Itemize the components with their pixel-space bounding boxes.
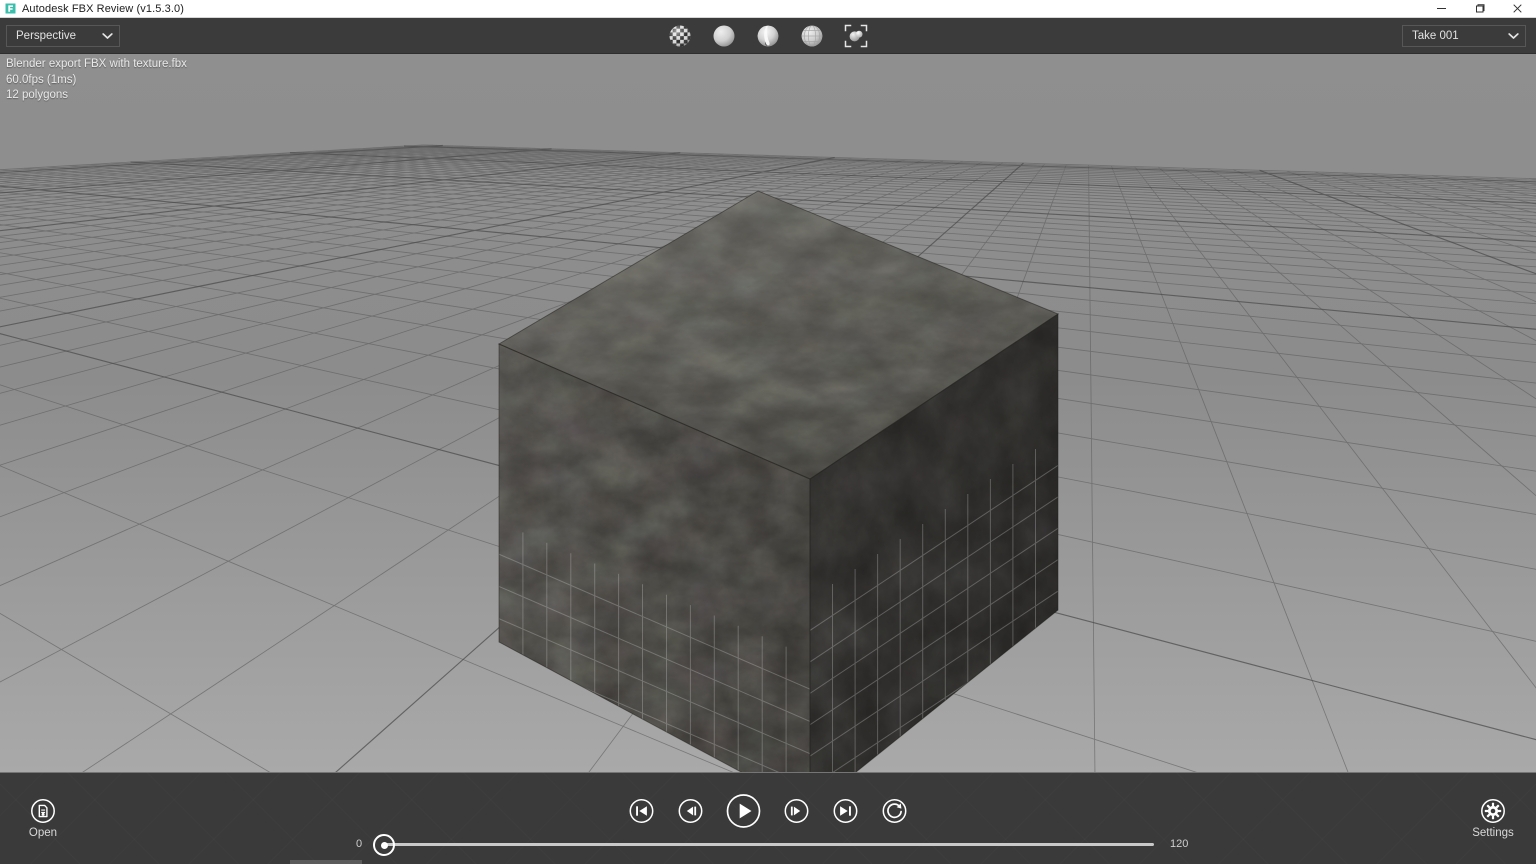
shaded-sphere-icon[interactable] (707, 19, 741, 53)
play-button[interactable] (725, 792, 763, 830)
top-toolbar: Perspective Take 001 (0, 18, 1536, 54)
settings-button[interactable]: Settings (1457, 798, 1529, 840)
view-mode-buttons (663, 18, 873, 54)
open-button-label: Open (28, 827, 58, 839)
timeline: 0 120 (0, 832, 1536, 856)
frame-selection-icon[interactable] (839, 19, 873, 53)
camera-view-dropdown[interactable]: Perspective (6, 25, 120, 47)
fbx-f-logo-icon (5, 3, 16, 14)
title-bar: Autodesk FBX Review (v1.5.3.0) (0, 0, 1536, 18)
bottom-scroll-nub[interactable] (290, 860, 362, 864)
wireframe-sphere-icon[interactable] (795, 19, 829, 53)
textured-sphere-icon[interactable] (663, 19, 697, 53)
settings-button-label: Settings (1472, 827, 1514, 839)
chevron-down-icon (1508, 32, 1519, 40)
maximize-button[interactable] (1460, 0, 1498, 18)
title-bar-left: Autodesk FBX Review (v1.5.3.0) (0, 0, 1422, 18)
timeline-start-label: 0 (356, 838, 363, 850)
close-button[interactable] (1498, 0, 1536, 18)
take-value: Take 001 (1412, 30, 1459, 42)
timeline-track[interactable] (384, 843, 1154, 846)
loop-button[interactable] (880, 796, 910, 826)
take-dropdown[interactable]: Take 001 (1402, 25, 1526, 47)
3d-viewport[interactable]: Blender export FBX with texture.fbx 60.0… (0, 54, 1536, 772)
timeline-playhead[interactable] (373, 834, 395, 856)
step-forward-button[interactable] (782, 796, 812, 826)
skip-to-start-button[interactable] (627, 796, 657, 826)
gear-icon (1480, 798, 1506, 824)
window-title: Autodesk FBX Review (v1.5.3.0) (22, 2, 184, 15)
minimize-button[interactable] (1422, 0, 1460, 18)
window-controls (1422, 0, 1536, 18)
lit-sphere-icon[interactable] (751, 19, 785, 53)
open-file-icon (30, 798, 56, 824)
open-button[interactable]: Open (7, 798, 79, 840)
skip-to-end-button[interactable] (831, 796, 861, 826)
timeline-end-label: 120 (1170, 838, 1189, 850)
3d-scene (0, 54, 1536, 772)
chevron-down-icon (102, 32, 113, 40)
camera-view-value: Perspective (16, 30, 77, 42)
playback-controls (627, 792, 910, 830)
step-back-button[interactable] (676, 796, 706, 826)
fbx-review-window: Autodesk FBX Review (v1.5.3.0) Perspecti… (0, 0, 1536, 864)
